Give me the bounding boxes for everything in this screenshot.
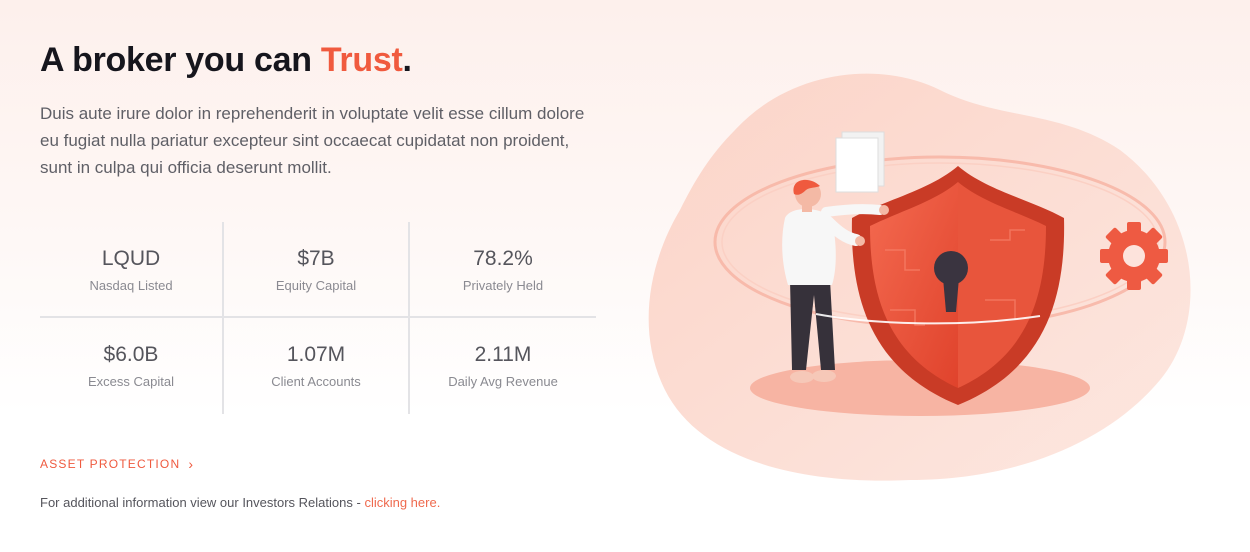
footer-text: For additional information view our Inve… bbox=[40, 495, 365, 510]
stat-value: $7B bbox=[297, 247, 335, 270]
stat-item: 2.11M Daily Avg Revenue bbox=[410, 318, 596, 414]
asset-protection-link[interactable]: ASSET PROTECTION › bbox=[40, 457, 194, 471]
stat-value: 1.07M bbox=[286, 343, 346, 366]
security-illustration bbox=[648, 73, 1191, 481]
footer-note: For additional information view our Inve… bbox=[40, 495, 440, 510]
intro-paragraph: Duis aute irure dolor in reprehenderit i… bbox=[40, 104, 585, 177]
stat-item: $7B Equity Capital bbox=[224, 222, 410, 318]
stats-grid: LQUD Nasdaq Listed $7B Equity Capital 78… bbox=[40, 222, 596, 414]
stat-label: Daily Avg Revenue bbox=[448, 374, 558, 389]
hero-text: A broker you can Trust. Duis aute irure … bbox=[40, 38, 600, 181]
stat-value: $6.0B bbox=[103, 343, 159, 366]
stat-item: $6.0B Excess Capital bbox=[40, 318, 224, 414]
title-prefix: A broker you can bbox=[40, 41, 321, 79]
title-accent: Trust bbox=[320, 41, 403, 79]
gear-icon bbox=[1100, 222, 1168, 290]
title-suffix: . bbox=[402, 41, 412, 79]
stat-item: LQUD Nasdaq Listed bbox=[40, 222, 224, 318]
stat-item: 1.07M Client Accounts bbox=[224, 318, 410, 414]
stat-value: 2.11M bbox=[474, 343, 532, 366]
chevron-right-icon: › bbox=[188, 456, 195, 472]
stat-label: Excess Capital bbox=[88, 374, 174, 389]
stat-label: Nasdaq Listed bbox=[89, 278, 173, 293]
stat-label: Privately Held bbox=[462, 278, 544, 293]
investor-relations-link[interactable]: clicking here. bbox=[364, 495, 440, 510]
asset-protection-label: ASSET PROTECTION bbox=[40, 457, 181, 471]
stat-value: LQUD bbox=[101, 247, 161, 270]
page-title: A broker you can Trust. bbox=[40, 38, 600, 82]
document-icon bbox=[835, 131, 885, 193]
stat-item: 78.2% Privately Held bbox=[410, 222, 596, 318]
stat-value: 78.2% bbox=[473, 247, 533, 270]
stat-label: Client Accounts bbox=[271, 374, 361, 389]
stat-label: Equity Capital bbox=[275, 278, 357, 293]
